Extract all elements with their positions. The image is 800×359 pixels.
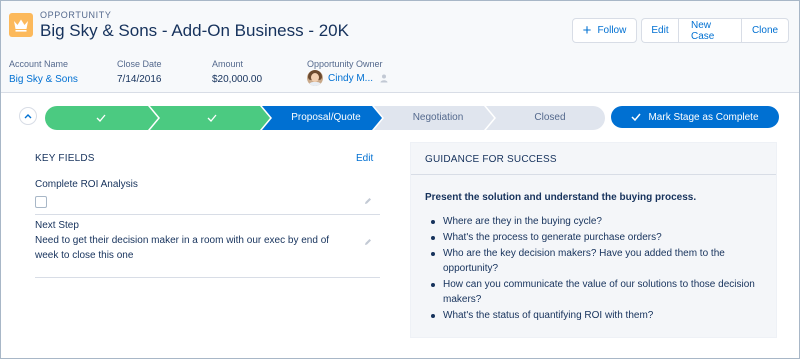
complete-roi-label: Complete ROI Analysis (35, 179, 138, 190)
change-owner-icon[interactable] (380, 74, 388, 83)
plus-icon: + (582, 22, 592, 39)
amount-field: Amount $20,000.00 (212, 59, 262, 85)
guidance-item: Where are they in the buying cycle? (431, 214, 768, 229)
collapse-path-button[interactable] (19, 107, 37, 125)
action-button-group: Edit New Case Clone (641, 18, 789, 43)
stage-label-closed: Closed (534, 112, 566, 123)
stage-label-negotiation: Negotiation (412, 112, 464, 123)
amount-label: Amount (212, 59, 244, 69)
guidance-item: Who are the key decision makers? Have yo… (431, 246, 768, 276)
key-fields-edit-link[interactable]: Edit (356, 153, 373, 164)
owner-avatar[interactable] (307, 70, 323, 86)
opportunity-owner-field: Opportunity Owner Cindy M... (307, 59, 388, 86)
mark-stage-label: Mark Stage as Complete (648, 111, 759, 123)
next-step-field: Next Step Need to get their decision mak… (35, 220, 380, 278)
follow-button[interactable]: + Follow (572, 18, 637, 43)
guidance-divider (411, 174, 776, 175)
sales-path: Proposal/Quote Negotiation Closed Mark S… (1, 93, 799, 358)
record-title: Big Sky & Sons - Add-On Business - 20K (40, 21, 349, 40)
opportunity-record-page: OPPORTUNITY Big Sky & Sons - Add-On Busi… (0, 0, 800, 359)
record-header: OPPORTUNITY Big Sky & Sons - Add-On Busi… (1, 1, 799, 93)
pencil-icon[interactable] (364, 197, 372, 205)
key-fields-heading: KEY FIELDS (35, 153, 95, 164)
follow-label: Follow (597, 25, 627, 36)
owner-name-link[interactable]: Cindy M... (328, 73, 373, 84)
guidance-item: What's the process to generate purchase … (431, 230, 768, 245)
next-step-value: Need to get their decision maker in a ro… (35, 235, 330, 261)
close-date-field: Close Date 7/14/2016 (117, 59, 162, 85)
account-name-link[interactable]: Big Sky & Sons (9, 74, 78, 85)
object-type-label: OPPORTUNITY (40, 10, 112, 20)
complete-roi-field: Complete ROI Analysis (35, 179, 380, 215)
guidance-panel: GUIDANCE FOR SUCCESS Present the solutio… (410, 142, 777, 338)
complete-roi-checkbox[interactable] (35, 196, 47, 208)
stage-1[interactable] (45, 106, 158, 130)
crown-icon (9, 13, 33, 37)
new-case-button[interactable]: New Case (678, 18, 741, 43)
edit-button[interactable]: Edit (641, 18, 678, 43)
account-name-field: Account Name Big Sky & Sons (9, 59, 78, 85)
close-date-value: 7/14/2016 (117, 74, 162, 85)
next-step-label: Next Step (35, 220, 79, 231)
guidance-list: Where are they in the buying cycle? What… (431, 214, 768, 324)
clone-button[interactable]: Clone (741, 18, 789, 43)
mark-stage-complete-button[interactable]: Mark Stage as Complete (611, 106, 779, 128)
owner-label: Opportunity Owner (307, 59, 383, 69)
account-name-label: Account Name (9, 59, 69, 69)
guidance-item: How can you communicate the value of our… (431, 277, 768, 307)
amount-value: $20,000.00 (212, 74, 263, 85)
check-icon (631, 113, 642, 121)
stage-2[interactable] (150, 106, 270, 130)
chevron-up-icon (24, 114, 32, 119)
close-date-label: Close Date (117, 59, 162, 69)
stage-label-current: Proposal/Quote (291, 112, 361, 123)
guidance-item: What's the status of quantifying ROI wit… (431, 308, 768, 323)
guidance-heading: GUIDANCE FOR SUCCESS (425, 154, 557, 165)
guidance-intro: Present the solution and understand the … (425, 192, 697, 203)
pencil-icon[interactable] (364, 238, 372, 246)
